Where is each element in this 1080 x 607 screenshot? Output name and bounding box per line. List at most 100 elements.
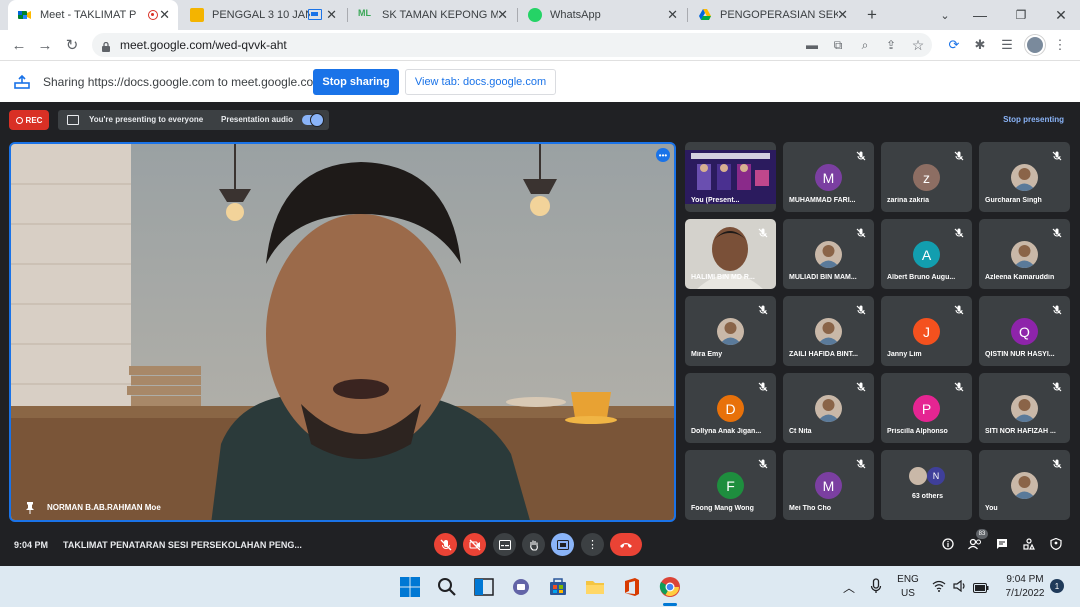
chat-icon[interactable] — [994, 536, 1010, 552]
windows-start-icon[interactable] — [398, 575, 422, 599]
meeting-details-icon[interactable] — [940, 536, 956, 552]
forward-icon[interactable]: → — [34, 34, 56, 56]
sharing-infobar: Sharing https://docs.google.com to meet.… — [0, 60, 1080, 102]
captions-button[interactable] — [493, 533, 516, 556]
participant-tile[interactable]: F Foong Mang Wong — [685, 450, 776, 520]
participant-name: Foong Mang Wong — [691, 505, 754, 512]
activities-icon[interactable] — [1021, 536, 1037, 552]
clock-date[interactable]: 7/1/2022 — [998, 588, 1052, 599]
stop-sharing-button[interactable]: Stop sharing — [313, 69, 399, 95]
restore-icon[interactable]: ❐ — [1006, 0, 1036, 30]
new-tab-button[interactable]: + — [857, 0, 887, 30]
participant-tile[interactable]: Gurcharan Singh — [979, 142, 1070, 212]
screen-share-indicator-icon — [308, 9, 322, 20]
presentation-audio-toggle[interactable] — [302, 113, 324, 127]
muted-mic-icon — [758, 225, 768, 238]
wifi-icon[interactable] — [932, 579, 946, 597]
participant-tile[interactable]: A Albert Bruno Augu... — [881, 219, 972, 289]
close-tab-icon[interactable]: ✕ — [497, 8, 508, 21]
reload-icon[interactable]: ↻ — [61, 34, 83, 56]
microsoft-store-icon[interactable] — [546, 575, 570, 599]
participant-tile[interactable]: You — [979, 450, 1070, 520]
raise-hand-button[interactable] — [522, 533, 545, 556]
speaker-name: NORMAN B.AB.RAHMAN Moe — [47, 503, 161, 512]
main-speaker-video[interactable]: ••• NORMAN B.AB.RAHMAN Moe — [9, 142, 676, 522]
share-page-icon[interactable]: ⇪ — [883, 37, 899, 53]
back-icon[interactable]: ← — [8, 34, 30, 56]
chrome-icon[interactable] — [658, 575, 682, 599]
task-view-icon[interactable] — [472, 575, 496, 599]
close-tab-icon[interactable]: ✕ — [159, 8, 170, 21]
language-indicator[interactable]: ENG — [896, 574, 920, 585]
muted-mic-icon — [1052, 225, 1062, 238]
close-tab-icon[interactable]: ✕ — [837, 8, 848, 21]
participant-tile[interactable]: J Janny Lim — [881, 296, 972, 366]
address-bar[interactable]: meet.google.com/wed-qvvk-aht ▬ ⧉ ⌕ ⇪ ☆ — [92, 33, 932, 57]
participant-tile[interactable]: ZAILI HAFIDA BINT... — [783, 296, 874, 366]
participant-name: Mira Emy — [691, 351, 723, 358]
teams-chat-icon[interactable] — [509, 575, 533, 599]
close-tab-icon[interactable]: ✕ — [326, 8, 337, 21]
recording-badge[interactable]: REC — [9, 110, 49, 130]
reading-list-icon[interactable]: ☰ — [996, 34, 1018, 56]
office-icon[interactable] — [620, 575, 644, 599]
muted-mic-icon — [856, 379, 866, 392]
muted-mic-icon — [954, 148, 964, 161]
participant-tile[interactable]: Azleena Kamaruddin — [979, 219, 1070, 289]
participant-tile[interactable]: N 63 others — [881, 450, 972, 520]
stop-presenting-button[interactable]: Stop presenting — [1003, 115, 1064, 124]
participant-tile[interactable]: Mira Emy — [685, 296, 776, 366]
battery-icon[interactable] — [973, 580, 989, 598]
participant-tile[interactable]: MULIADI BIN MAM... — [783, 219, 874, 289]
participant-tile[interactable]: SITI NOR HAFIZAH ... — [979, 373, 1070, 443]
camera-off-button[interactable] — [463, 533, 486, 556]
more-options-button[interactable]: ⋮ — [581, 533, 604, 556]
profile-avatar[interactable] — [1025, 35, 1045, 55]
present-icon — [556, 539, 569, 550]
participant-tile[interactable]: z zarina zakria — [881, 142, 972, 212]
pin-icon[interactable] — [25, 501, 35, 514]
close-window-icon[interactable]: ✕ — [1046, 0, 1076, 30]
tab-title: PENGGAL 3 10 JAN.p — [212, 9, 310, 21]
volume-icon[interactable] — [953, 579, 967, 597]
mic-off-button[interactable] — [434, 533, 457, 556]
muted-mic-icon — [856, 225, 866, 238]
participant-tile[interactable]: HALIMI BIN MD R... — [685, 219, 776, 289]
participant-tile[interactable]: D Dollyna Anak Jigan... — [685, 373, 776, 443]
zoom-icon[interactable]: ⌕ — [857, 37, 873, 53]
open-in-new-icon[interactable]: ⧉ — [830, 37, 846, 53]
tab-pengoperasian[interactable]: PENGOPERASIAN SEKOLA ✕ — [688, 0, 856, 30]
notification-badge[interactable]: 1 — [1050, 579, 1064, 593]
tab-penggal[interactable]: PENGGAL 3 10 JAN.p ✕ — [180, 0, 345, 30]
present-now-button[interactable] — [551, 533, 574, 556]
extension-sync-icon[interactable]: ⟳ — [943, 34, 965, 56]
participant-tile[interactable]: Q QISTIN NUR HASYI... — [979, 296, 1070, 366]
google-meet-icon — [18, 8, 32, 22]
close-tab-icon[interactable]: ✕ — [667, 8, 678, 21]
clock-time[interactable]: 9:04 PM — [998, 574, 1052, 585]
participant-tile[interactable]: M MUHAMMAD FARI... — [783, 142, 874, 212]
participant-tile[interactable]: P Priscilla Alphonso — [881, 373, 972, 443]
muted-mic-icon — [758, 302, 768, 315]
view-tab-button[interactable]: View tab: docs.google.com — [405, 69, 556, 95]
camera-in-use-icon[interactable]: ▬ — [804, 37, 820, 53]
show-hidden-icons-icon[interactable]: ︿ — [843, 579, 855, 596]
tab-search-icon[interactable]: ⌄ — [930, 0, 960, 30]
more-options-icon[interactable]: ••• — [656, 148, 670, 162]
minimize-icon[interactable]: — — [965, 0, 995, 30]
bookmark-star-icon[interactable]: ☆ — [910, 37, 926, 53]
search-icon[interactable] — [435, 575, 459, 599]
tab-whatsapp[interactable]: WhatsApp ✕ — [518, 0, 686, 30]
tab-title: SK TAMAN KEPONG MAK — [382, 9, 498, 21]
host-controls-icon[interactable] — [1048, 536, 1064, 552]
file-explorer-icon[interactable] — [583, 575, 607, 599]
participant-tile[interactable]: M Mei Tho Cho — [783, 450, 874, 520]
tab-meet[interactable]: Meet - TAKLIMAT PEN ✕ — [8, 0, 178, 30]
participant-tile[interactable]: Ct Nita — [783, 373, 874, 443]
menu-kebab-icon[interactable]: ⋮ — [1049, 34, 1071, 56]
extensions-puzzle-icon[interactable]: ✱ — [969, 34, 991, 56]
participant-tile[interactable]: You (Present... — [685, 142, 776, 212]
leave-call-button[interactable] — [610, 533, 642, 556]
microphone-icon[interactable] — [870, 578, 882, 594]
tab-sk-taman[interactable]: ML SK TAMAN KEPONG MAK ✕ — [348, 0, 516, 30]
